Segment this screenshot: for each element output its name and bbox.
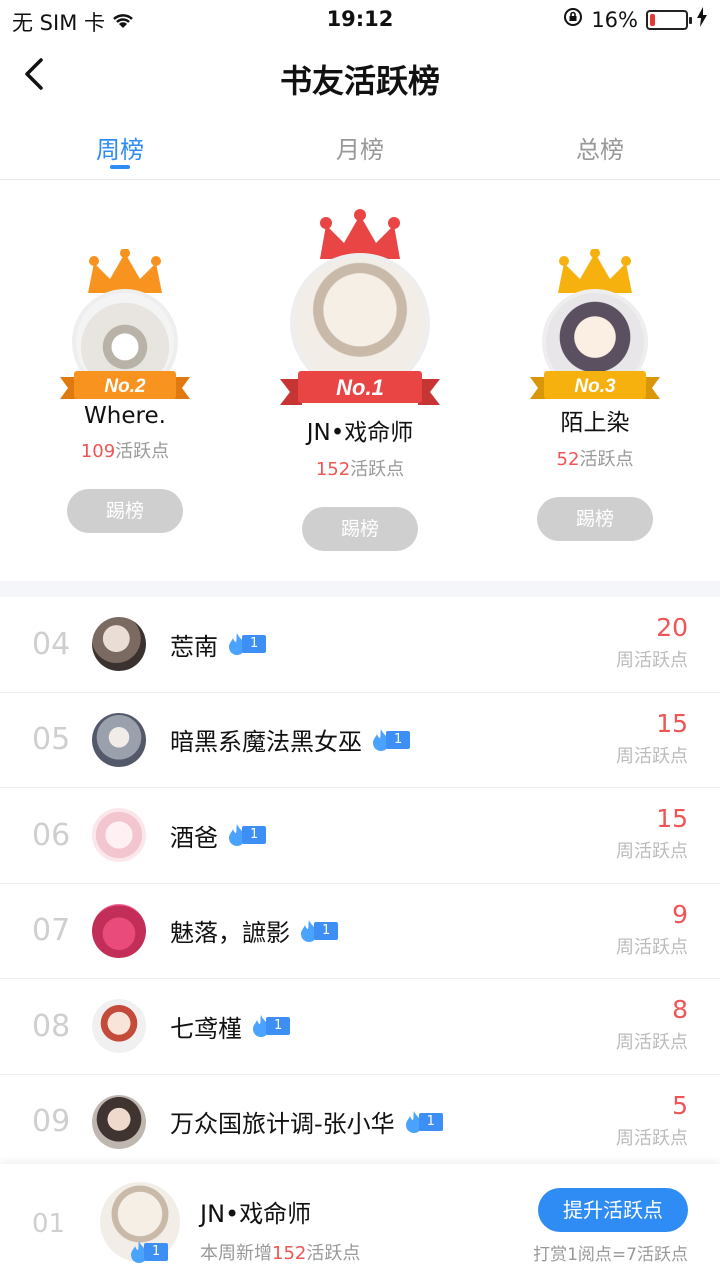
kick-button[interactable]: 踢榜 [302, 507, 418, 551]
score-value: 5 [672, 1090, 688, 1120]
tab-total[interactable]: 总榜 [480, 120, 720, 179]
winner-points: 52活跃点 [556, 449, 634, 470]
score-label: 周活跃点 [616, 1127, 688, 1149]
avatar[interactable] [92, 999, 146, 1054]
winner-points: 152活跃点 [315, 459, 405, 480]
podium-third: No.3 陌上染 52活跃点 踢榜 [530, 249, 660, 541]
score-value: 15 [656, 804, 688, 833]
user-name: 万众国旅计调-张小华 [170, 1110, 395, 1139]
winner-name: JN•戏命师 [306, 420, 414, 446]
level-badge: 1 [298, 919, 339, 943]
rank-label: No.2 [104, 376, 146, 397]
rank-number: 04 [32, 626, 71, 662]
level-badge: 1 [250, 1014, 291, 1038]
winner-name: 陌上染 [560, 410, 630, 436]
avatar[interactable] [92, 617, 146, 672]
rank-number: 08 [32, 1008, 71, 1044]
level-number: 1 [266, 1017, 291, 1036]
winner-points: 109活跃点 [80, 441, 170, 462]
user-name: 酒爸 [170, 823, 218, 852]
kick-button[interactable]: 踢榜 [537, 497, 653, 541]
winner-name: Where. [84, 403, 166, 429]
podium-second: No.2 Where. 109活跃点 踢榜 [60, 249, 190, 533]
list-item[interactable]: 05 暗黑系魔法黑女巫 1 15 周活跃点 [0, 693, 720, 788]
user-name: 七鸢槿 [170, 1014, 242, 1043]
status-bar: 无 SIM 卡 19:12 16% [0, 0, 720, 40]
podium-first: No.1 JN•戏命师 152活跃点 踢榜 [255, 209, 465, 551]
level-badge: 1 [226, 632, 267, 656]
level-number: 1 [314, 921, 339, 940]
level-badge: 1 [226, 823, 267, 847]
page-title: 书友活跃榜 [279, 62, 440, 100]
score-value: 15 [656, 708, 688, 738]
list-item[interactable]: 07 魅落，謶影 1 9 周活跃点 [0, 884, 720, 979]
level-number: 1 [144, 1243, 169, 1261]
rank-number: 07 [32, 913, 71, 949]
level-number: 1 [386, 730, 411, 749]
avatar[interactable] [92, 808, 146, 863]
battery-fill [650, 13, 655, 26]
avatar[interactable] [92, 712, 146, 767]
tab-monthly[interactable]: 月榜 [240, 120, 480, 179]
list-item[interactable]: 04 莣南 1 20 周活跃点 [0, 597, 720, 693]
battery-percent: 16% [591, 7, 638, 32]
tab-bar: 周榜 月榜 总榜 [0, 120, 720, 180]
user-name: 暗黑系魔法黑女巫 [170, 728, 362, 757]
level-badge: 1 [403, 1110, 443, 1134]
score-value: 9 [672, 899, 688, 929]
nav-bar: 书友活跃榜 [0, 40, 720, 114]
level-badge: 1 [128, 1240, 169, 1264]
weekly-gain: 本周新增152活跃点 [200, 1243, 361, 1264]
level-number: 1 [242, 635, 267, 654]
my-rank-bar: 01 1 JN•戏命师 本周新增152活跃点 提升活跃点 打赏1阅点=7活跃点 [0, 1164, 720, 1280]
rank-number: 06 [32, 817, 71, 853]
rank-ribbon: No.1 [280, 371, 440, 405]
score-label: 周活跃点 [616, 841, 688, 862]
rank-label: No.1 [336, 375, 384, 400]
user-name: 魅落，謶影 [170, 919, 290, 948]
rank-ribbon: No.3 [530, 371, 660, 399]
list-item[interactable]: 06 酒爸 1 15 周活跃点 [0, 788, 720, 884]
avatar[interactable] [92, 903, 146, 958]
score-label: 周活跃点 [616, 1032, 688, 1053]
kick-button[interactable]: 踢榜 [67, 489, 183, 533]
battery-icon [646, 9, 692, 30]
charging-icon [696, 7, 708, 32]
rotation-lock-icon [563, 7, 583, 32]
my-rank-number: 01 [32, 1209, 66, 1239]
user-name: 莣南 [170, 632, 218, 661]
score-label: 周活跃点 [616, 650, 688, 671]
reward-rate-note: 打赏1阅点=7活跃点 [533, 1245, 688, 1265]
rank-label: No.3 [574, 376, 616, 397]
rank-ribbon: No.2 [60, 371, 190, 399]
level-number: 1 [242, 826, 267, 845]
level-number: 1 [418, 1112, 443, 1131]
podium: No.2 Where. 109活跃点 踢榜 No.1 JN•戏命师 152活跃点… [0, 181, 720, 581]
divider [0, 581, 720, 597]
score-label: 周活跃点 [616, 745, 688, 767]
list-item[interactable]: 09 万众国旅计调-张小华 1 5 周活跃点 [0, 1075, 720, 1170]
rank-number: 05 [32, 722, 71, 758]
rank-number: 09 [32, 1104, 71, 1140]
tab-weekly[interactable]: 周榜 [0, 120, 240, 179]
level-badge: 1 [370, 728, 411, 752]
score-label: 周活跃点 [616, 936, 688, 958]
ranking-list: 04 莣南 1 20 周活跃点 05 暗黑系魔法黑女巫 1 15 周活跃点 06… [0, 597, 720, 1170]
avatar[interactable] [92, 1094, 146, 1149]
score-value: 20 [656, 613, 688, 642]
boost-activity-button[interactable]: 提升活跃点 [538, 1188, 688, 1232]
list-item[interactable]: 08 七鸢槿 1 8 周活跃点 [0, 979, 720, 1075]
score-value: 8 [672, 995, 688, 1024]
my-name: JN•戏命师 [200, 1200, 312, 1228]
